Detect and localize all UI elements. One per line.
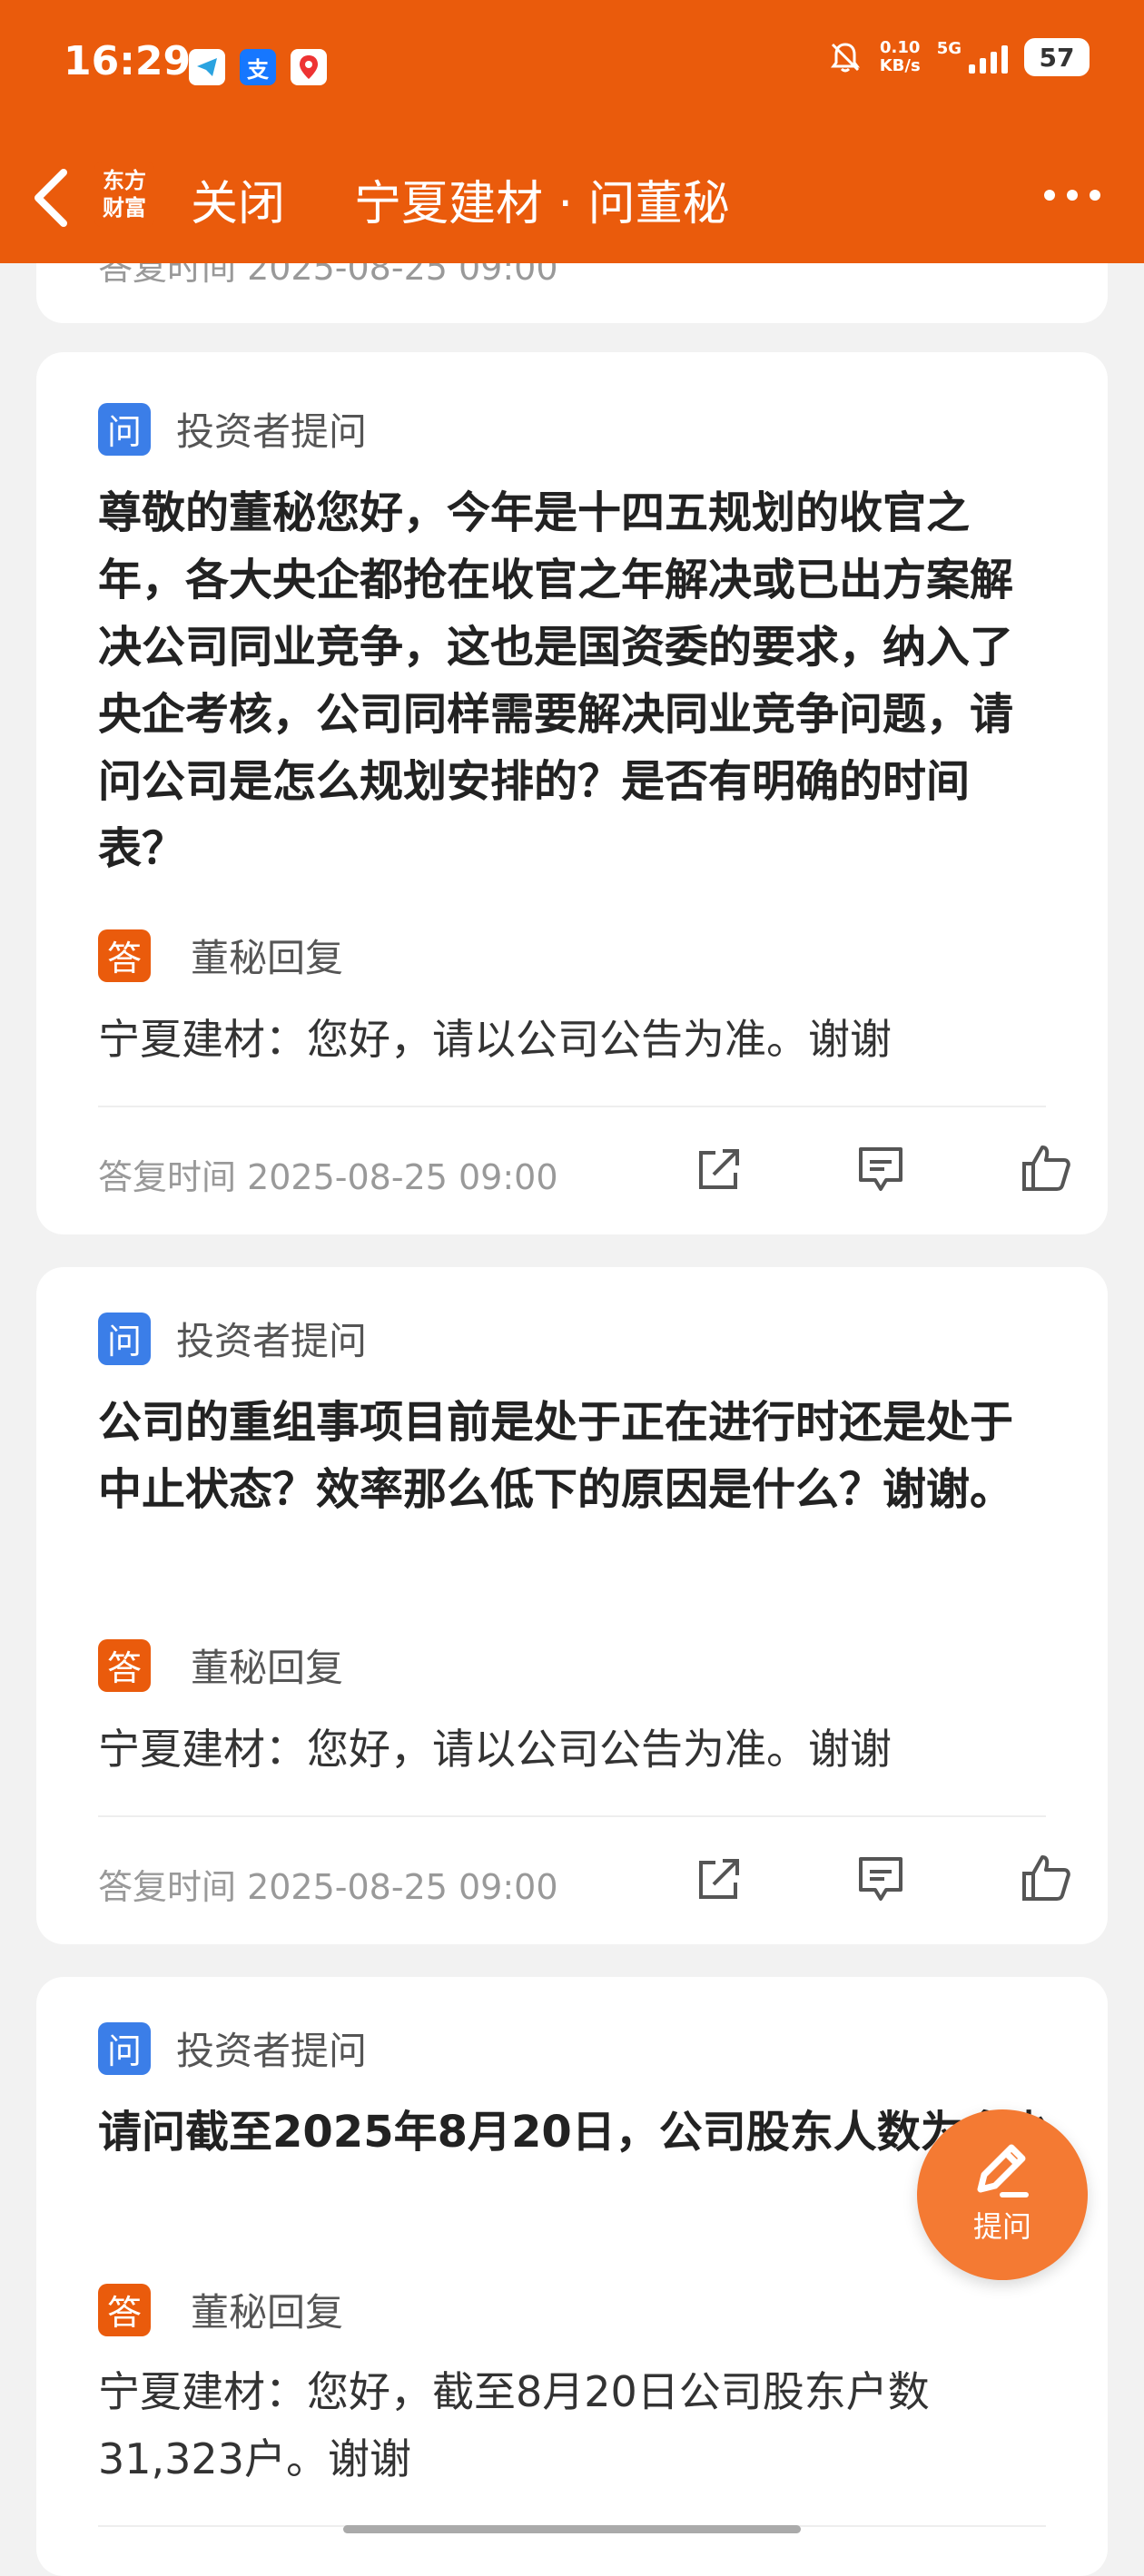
alipay-icon: 支: [240, 49, 276, 85]
answer-label: 董秘回复: [191, 936, 344, 980]
close-button[interactable]: 关闭: [191, 165, 285, 233]
thumbs-up-icon[interactable]: [1019, 1142, 1073, 1196]
question-text: 请问截至2025年8月20日，公司股东人数为多少: [98, 2107, 1051, 2158]
status-bar: 16:29 支 0.10 KB/s 5G 57: [0, 0, 1144, 136]
network-type: 5G: [936, 38, 962, 58]
net-speed: 0.10 KB/s: [879, 38, 921, 75]
question-header: 问 投资者提问: [98, 401, 367, 457]
back-arrow-icon[interactable]: [24, 162, 78, 234]
question-text: 尊敬的董秘您好，今年是十四五规划的收官之年，各大央企都抢在收官之年解决或已出方案…: [98, 487, 1014, 874]
question-badge: 问: [98, 2021, 151, 2075]
question-text: 公司的重组事项目前是处于正在进行时还是处于中止状态？效率那么低下的原因是什么？谢…: [98, 1397, 1014, 1515]
answer-text: 宁夏建材：您好，截至8月20日公司股东户数31,323户。谢谢: [98, 2367, 930, 2483]
app-header: 16:29 支 0.10 KB/s 5G 57 东方 财富 关闭 宁夏建材 · …: [0, 0, 1144, 263]
question-header: 问 投资者提问: [98, 1311, 367, 1366]
status-time: 16:29: [64, 38, 192, 84]
answer-header: 答 董秘回复: [98, 2282, 343, 2337]
share-icon[interactable]: [692, 1852, 746, 1906]
qa-card: 问 投资者提问 尊敬的董秘您好，今年是十四五规划的收官之年，各大央企都抢在收官之…: [36, 352, 1108, 1234]
pencil-icon: [977, 2144, 1029, 2197]
divider: [98, 1815, 1046, 1817]
divider: [98, 1106, 1046, 1107]
comment-icon[interactable]: [853, 1852, 908, 1906]
ask-question-label: 提问: [972, 2209, 1031, 2244]
thumbs-up-icon[interactable]: [1019, 1852, 1073, 1906]
question-header: 问 投资者提问: [98, 2020, 367, 2076]
system-status: 0.10 KB/s 5G 57: [827, 38, 1090, 76]
answer-badge: 答: [98, 929, 151, 982]
answer-header: 答 董秘回复: [98, 928, 343, 983]
battery-indicator: 57: [1024, 38, 1090, 76]
answer-time: 答复时间 2025-08-25 09:00: [98, 1157, 558, 1197]
answer-label: 董秘回复: [191, 1646, 344, 1690]
mute-bell-icon: [830, 43, 860, 73]
qa-card: 问 投资者提问 请问截至2025年8月20日，公司股东人数为多少 答 董秘回复 …: [36, 1977, 1108, 2576]
page-title: 宁夏建材 · 问董秘: [354, 177, 730, 231]
answer-badge: 答: [98, 2283, 151, 2336]
nav-bar: 东方 财富 关闭 宁夏建材 · 问董秘: [0, 136, 1144, 263]
share-icon[interactable]: [692, 1142, 746, 1196]
comment-icon[interactable]: [853, 1142, 908, 1196]
answer-header: 答 董秘回复: [98, 1637, 343, 1693]
answer-text: 宁夏建材：您好，请以公司公告为准。谢谢: [98, 1725, 892, 1774]
telegram-icon: [189, 49, 225, 85]
app-logo: 东方 财富: [94, 162, 154, 227]
answer-label: 董秘回复: [191, 2290, 344, 2335]
question-badge: 问: [98, 1312, 151, 1365]
question-label: 投资者提问: [176, 1319, 368, 1363]
question-label: 投资者提问: [176, 409, 368, 454]
map-pin-icon: [291, 49, 327, 85]
question-label: 投资者提问: [176, 2029, 368, 2073]
qa-card: 问 投资者提问 公司的重组事项目前是处于正在进行时还是处于中止状态？效率那么低下…: [36, 1267, 1108, 1944]
home-indicator[interactable]: [343, 2525, 801, 2533]
notification-icons: 支: [189, 49, 327, 85]
answer-time: 答复时间 2025-08-25 09:00: [98, 1867, 558, 1907]
answer-badge: 答: [98, 1638, 151, 1692]
more-dots-icon[interactable]: [1040, 163, 1104, 239]
question-badge: 问: [98, 402, 151, 456]
answer-text: 宁夏建材：您好，请以公司公告为准。谢谢: [98, 1015, 892, 1064]
answer-footer: 答复时间 2025-08-25 09:00: [98, 1142, 1070, 1197]
signal-bars-icon: [969, 41, 1008, 74]
answer-footer: 答复时间 2025-08-25 09:00: [98, 1852, 1070, 1907]
ask-question-button[interactable]: 提问: [917, 2109, 1088, 2280]
